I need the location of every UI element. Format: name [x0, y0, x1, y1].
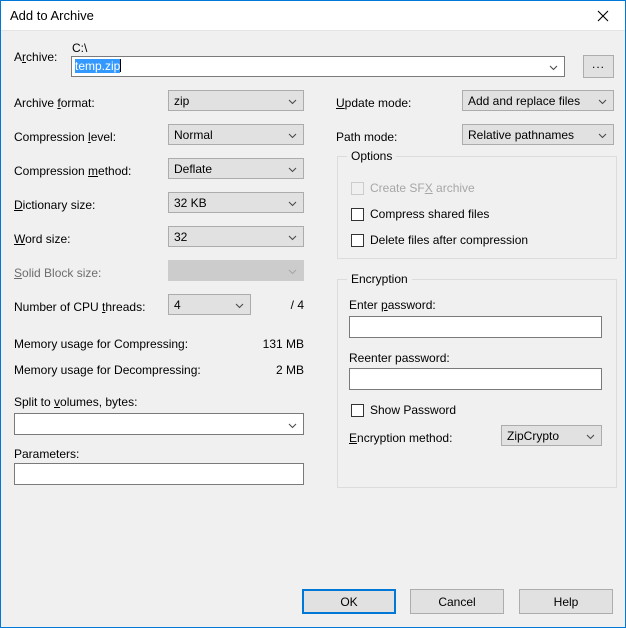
word-size-combo[interactable]: 32 — [168, 226, 304, 247]
archive-name-value: temp.zip — [75, 59, 121, 73]
checkbox-box — [351, 404, 364, 417]
cancel-button[interactable]: Cancel — [410, 589, 504, 614]
archive-name-combo[interactable]: temp.zip — [71, 56, 565, 77]
parameters-label: Parameters: — [14, 447, 79, 461]
compression-level-combo[interactable]: Normal — [168, 124, 304, 145]
ok-button[interactable]: OK — [302, 589, 396, 614]
split-volumes-combo[interactable] — [14, 413, 304, 435]
update-mode-label: Update mode: — [336, 96, 411, 110]
encryption-method-combo[interactable]: ZipCrypto — [501, 425, 602, 446]
chevron-down-icon — [288, 199, 297, 208]
memory-decompressing-label: Memory usage for Decompressing: — [14, 363, 201, 377]
help-button[interactable]: Help — [519, 589, 613, 614]
path-mode-combo[interactable]: Relative pathnames — [462, 124, 614, 145]
close-icon[interactable] — [580, 1, 625, 30]
archive-format-combo[interactable]: zip — [168, 90, 304, 111]
checkbox-box — [351, 234, 364, 247]
encryption-group-title: Encryption — [347, 272, 412, 286]
chevron-down-icon — [598, 131, 607, 140]
title-bar: Add to Archive — [1, 1, 625, 31]
chevron-down-icon — [288, 131, 297, 140]
path-mode-label: Path mode: — [336, 130, 397, 144]
archive-label: Archive: — [14, 50, 57, 64]
chevron-down-icon — [288, 267, 297, 276]
dictionary-size-combo[interactable]: 32 KB — [168, 192, 304, 213]
update-mode-combo[interactable]: Add and replace files — [462, 90, 614, 111]
checkbox-box — [351, 208, 364, 221]
chevron-down-icon — [586, 432, 595, 441]
chevron-down-icon — [288, 233, 297, 242]
dictionary-size-label: Dictionary size: — [14, 198, 95, 212]
browse-button[interactable]: ... — [583, 55, 614, 78]
word-size-label: Word size: — [14, 232, 70, 246]
chevron-down-icon — [598, 97, 607, 106]
cpu-threads-total: / 4 — [234, 298, 304, 312]
encryption-method-label: Encryption method: — [349, 431, 452, 445]
options-group-title: Options — [347, 149, 396, 163]
solid-block-size-label: Solid Block size: — [14, 266, 101, 280]
checkbox-label: Compress shared files — [370, 207, 489, 221]
chevron-down-icon — [288, 165, 297, 174]
chevron-down-icon — [288, 421, 297, 430]
archive-path-display: C:\ — [72, 41, 87, 55]
cpu-threads-label: Number of CPU threads: — [14, 300, 145, 314]
enter-password-input[interactable] — [349, 316, 602, 338]
solid-block-size-combo — [168, 260, 304, 281]
help-button-label: Help — [554, 595, 579, 609]
memory-decompressing-value: 2 MB — [194, 363, 304, 377]
add-to-archive-dialog: Add to Archive Archive: C:\ temp.zip ...… — [0, 0, 626, 628]
checkbox-label: Create SFX archive — [370, 181, 475, 195]
enter-password-label: Enter password: — [349, 298, 436, 312]
compression-level-label: Compression level: — [14, 130, 116, 144]
compression-method-combo[interactable]: Deflate — [168, 158, 304, 179]
chevron-down-icon — [288, 97, 297, 106]
checkbox-box — [351, 182, 364, 195]
parameters-input[interactable] — [14, 463, 304, 485]
archive-format-label: Archive format: — [14, 96, 95, 110]
chevron-down-icon — [549, 63, 558, 72]
reenter-password-label: Reenter password: — [349, 351, 450, 365]
memory-compressing-label: Memory usage for Compressing: — [14, 337, 188, 351]
cancel-button-label: Cancel — [438, 595, 475, 609]
window-title: Add to Archive — [10, 8, 94, 23]
compression-method-label: Compression method: — [14, 164, 131, 178]
split-volumes-label: Split to volumes, bytes: — [14, 395, 137, 409]
ok-button-label: OK — [340, 595, 357, 609]
reenter-password-input[interactable] — [349, 368, 602, 390]
checkbox-label: Delete files after compression — [370, 233, 528, 247]
memory-compressing-value: 131 MB — [194, 337, 304, 351]
checkbox-label: Show Password — [370, 403, 456, 417]
